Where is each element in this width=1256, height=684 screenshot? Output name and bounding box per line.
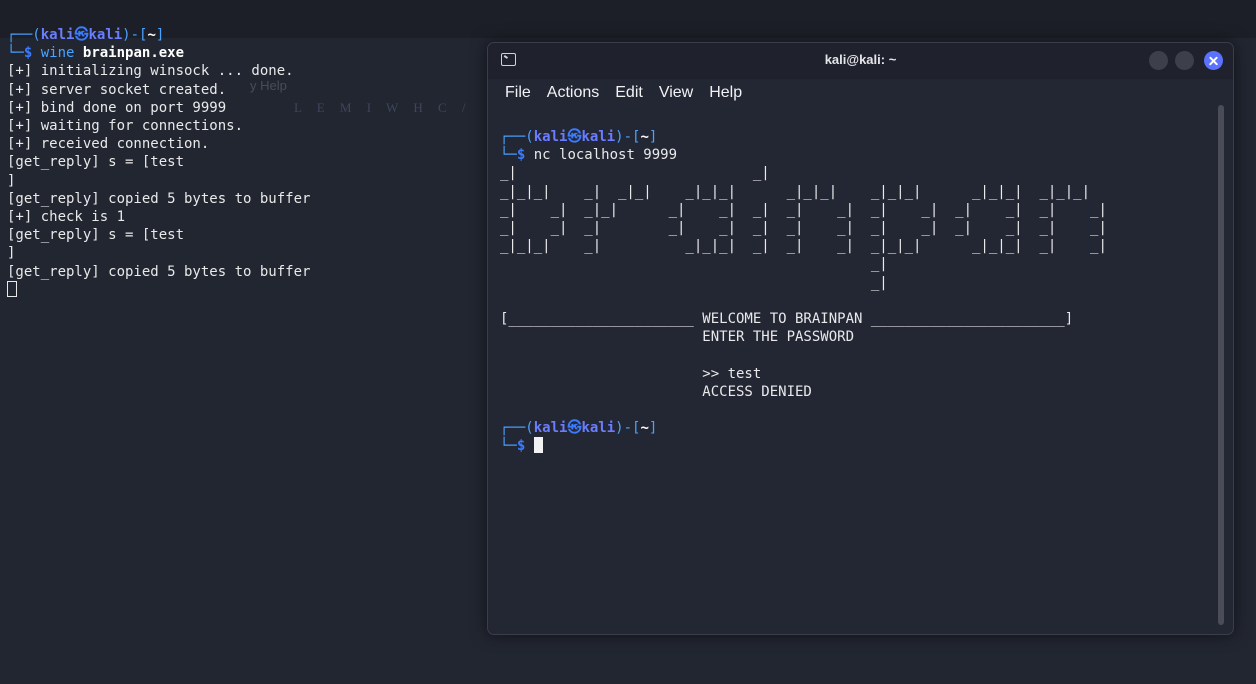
output-line: [+] initializing winsock ... done. xyxy=(7,63,294,80)
output-line: [get_reply] copied 5 bytes to buffer xyxy=(7,190,311,207)
prompt-top: ┌──(kali㉿kali)-[~] xyxy=(7,27,165,43)
banner-line: _|_|_| _| _|_| _|_|_| _|_|_| _|_|_| _|_|… xyxy=(500,183,1091,200)
output-line: ] xyxy=(7,172,16,189)
menu-view[interactable]: View xyxy=(659,84,693,102)
terminal-cursor xyxy=(7,280,17,297)
terminal-window[interactable]: kali@kali: ~ File Actions Edit View Help… xyxy=(487,42,1234,635)
output-line: [get_reply] s = [test xyxy=(7,227,185,244)
prompt-top: ┌──(kali㉿kali)-[~] xyxy=(500,420,658,437)
vertical-scrollbar[interactable] xyxy=(1218,105,1224,625)
menu-edit[interactable]: Edit xyxy=(615,84,643,102)
banner-line: _| _| _|_| _| _| _| _| _| _| _| _| _| _|… xyxy=(500,201,1107,218)
close-button[interactable] xyxy=(1204,51,1223,70)
banner-line: _|_|_| _| _|_|_| _| _| _| _|_|_| _|_|_| … xyxy=(500,238,1107,255)
output-line: [+] waiting for connections. xyxy=(7,118,244,135)
prompt-bottom: └─$ wine brainpan.exe xyxy=(7,45,185,62)
output-line: [+] check is 1 xyxy=(7,209,126,226)
output-line: ] xyxy=(7,245,16,262)
prompt-bottom: └─$ nc localhost 9999 xyxy=(500,147,678,164)
menu-bar: File Actions Edit View Help xyxy=(488,79,1233,107)
output-line: [+] received connection. xyxy=(7,136,210,153)
output-line: [+] bind done on port 9999 xyxy=(7,99,227,116)
window-titlebar[interactable]: kali@kali: ~ xyxy=(488,43,1233,79)
terminal-content[interactable]: ┌──(kali㉿kali)-[~] └─$ nc localhost 9999… xyxy=(500,128,1107,456)
prompt-top: ┌──(kali㉿kali)-[~] xyxy=(500,129,658,145)
prompt-bottom: └─$ xyxy=(500,437,543,454)
output-line: [+] server socket created. xyxy=(7,81,227,98)
maximize-button[interactable] xyxy=(1175,51,1194,70)
welcome-line: [______________________ WELCOME TO BRAIN… xyxy=(500,311,1074,328)
menu-file[interactable]: File xyxy=(505,84,531,102)
output-line: [get_reply] copied 5 bytes to buffer xyxy=(7,263,311,280)
password-input-line: >> test xyxy=(500,365,762,382)
enter-password-line: ENTER THE PASSWORD xyxy=(500,329,855,346)
menu-help[interactable]: Help xyxy=(709,84,742,102)
ghost-toolbar-text: L E M I W H C / xyxy=(294,100,472,115)
banner-line: _| xyxy=(500,274,888,291)
minimize-button[interactable] xyxy=(1149,51,1168,70)
background-terminal-output[interactable]: ┌──(kali㉿kali)-[~] └─$ wine brainpan.exe… xyxy=(7,26,310,300)
banner-line: _| _| _| _| _| _| _| _| _| _| _| _| _| _… xyxy=(500,220,1107,237)
menu-actions[interactable]: Actions xyxy=(547,84,599,102)
banner-line: _| xyxy=(500,256,888,273)
window-title: kali@kali: ~ xyxy=(824,52,897,67)
terminal-cursor xyxy=(533,437,543,454)
output-line: [get_reply] s = [test xyxy=(7,154,185,171)
access-denied-line: ACCESS DENIED xyxy=(500,383,812,400)
banner-line: _| _| xyxy=(500,165,770,182)
